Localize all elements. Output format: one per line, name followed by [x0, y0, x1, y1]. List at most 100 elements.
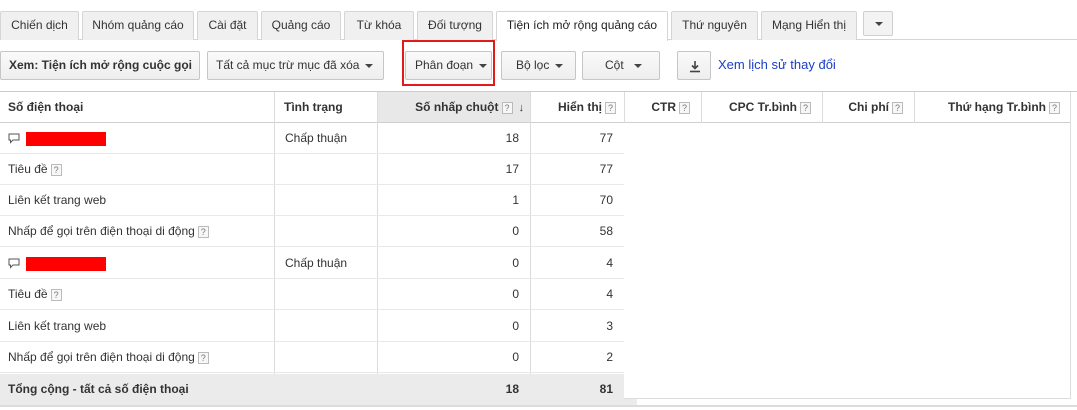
phone-cell: Liên kết trang web	[8, 311, 106, 342]
column-header-clicks-label: Số nhấp chuột	[415, 100, 499, 114]
columns-label: Cột	[605, 58, 624, 72]
clicks-cell: 0	[512, 319, 519, 333]
sort-down-icon: ↓	[518, 102, 525, 114]
table-row: Nhấp để gọi trên điện thoại di động? 0 2	[0, 342, 624, 373]
phone-cell: Tiêu đề?	[8, 154, 62, 185]
tab-bar: Chiến dịch Nhóm quảng cáo Cài đặt Quảng …	[0, 0, 1077, 41]
row-label: Liên kết trang web	[8, 319, 107, 333]
clicks-cell: 1	[512, 193, 519, 207]
column-header-impressions[interactable]: Hiển thị?	[530, 92, 624, 123]
row-label: Nhấp để gọi trên điện thoại di động	[8, 224, 195, 238]
column-header-avg-position-label: Thứ hạng Tr.bình	[947, 100, 1046, 114]
tab-display-network[interactable]: Mạng Hiển thị	[761, 11, 857, 40]
help-icon[interactable]: ?	[1049, 101, 1060, 114]
chevron-down-icon	[365, 63, 374, 68]
column-header-avg-cpc[interactable]: CPC Tr.bình?	[701, 92, 822, 123]
column-header-ctr[interactable]: CTR?	[624, 92, 701, 123]
column-header-cost[interactable]: Chi phí?	[822, 92, 914, 123]
column-header-status[interactable]: Tình trạng	[274, 92, 377, 123]
tab-keywords[interactable]: Từ khóa	[344, 11, 414, 40]
filter-dropdown[interactable]: Bộ lọc	[501, 51, 576, 80]
impressions-cell: 70	[599, 193, 613, 207]
columns-dropdown[interactable]: Cột	[582, 51, 660, 80]
column-header-avg-position[interactable]: Thứ hạng Tr.bình?	[914, 92, 1070, 123]
help-icon[interactable]: ?	[50, 163, 62, 176]
tab-ads[interactable]: Quảng cáo	[261, 11, 341, 40]
row-label: Liên kết trang web	[8, 193, 107, 207]
redacted-phone-number	[26, 131, 106, 146]
column-divider	[1070, 92, 1071, 399]
column-divider	[914, 92, 915, 123]
clicks-cell: 0	[512, 256, 519, 270]
total-label: Tổng cộng - tất cả số điện thoại	[8, 382, 189, 396]
phone-cell: Nhấp để gọi trên điện thoại di động?	[8, 216, 209, 247]
status-filter-label: Tất cả mục trừ mục đã xóa	[216, 58, 360, 72]
row-label: Nhấp để gọi trên điện thoại di động	[8, 350, 195, 364]
table-row: Nhấp để gọi trên điện thoại di động? 0 5…	[0, 216, 624, 247]
clicks-cell: 18	[505, 131, 519, 145]
phone-cell: Nhấp để gọi trên điện thoại di động?	[8, 342, 209, 373]
tab-dimensions[interactable]: Thứ nguyên	[671, 11, 758, 40]
status-cell: Chấp thuận	[285, 256, 348, 270]
column-header-impressions-label: Hiển thị	[558, 100, 602, 114]
total-clicks: 18	[505, 382, 519, 396]
column-header-phone-label: Số điện thoại	[8, 100, 84, 114]
comment-icon	[8, 133, 20, 145]
help-icon[interactable]: ?	[197, 225, 209, 238]
download-icon	[690, 61, 700, 73]
impressions-cell: 4	[606, 287, 613, 301]
column-header-avg-cpc-label: CPC Tr.bình	[728, 100, 797, 114]
chevron-down-icon	[875, 22, 883, 26]
clicks-cell: 0	[512, 224, 519, 238]
row-label: Tiêu đề	[8, 162, 48, 176]
clicks-cell: 17	[505, 162, 519, 176]
impressions-cell: 77	[599, 131, 613, 145]
view-dropdown-label: Xem: Tiện ích mở rộng cuộc gọi	[9, 58, 192, 72]
help-icon[interactable]: ?	[605, 101, 616, 114]
total-row: Tổng cộng - tất cả số điện thoại 18 81	[0, 374, 637, 405]
table-row: Chấp thuận 18 77	[0, 123, 624, 154]
column-divider	[822, 92, 823, 123]
segment-highlight-box	[402, 40, 495, 86]
redacted-phone-number	[26, 256, 106, 271]
help-icon[interactable]: ?	[892, 101, 903, 114]
help-icon[interactable]: ?	[800, 101, 811, 114]
impressions-cell: 3	[606, 319, 613, 333]
tab-ad-groups[interactable]: Nhóm quảng cáo	[82, 11, 194, 40]
impressions-cell: 77	[599, 162, 613, 176]
clicks-cell: 0	[512, 350, 519, 364]
column-header-status-label: Tình trạng	[284, 100, 343, 114]
tab-settings[interactable]: Cài đặt	[197, 11, 258, 40]
total-impressions: 81	[599, 382, 613, 396]
impressions-cell: 4	[606, 256, 613, 270]
row-label: Tiêu đề	[8, 287, 48, 301]
tab-campaigns[interactable]: Chiến dịch	[0, 11, 79, 40]
table-row: Chấp thuận 0 4	[0, 248, 624, 279]
phone-cell	[8, 248, 106, 279]
help-icon[interactable]: ?	[50, 288, 62, 301]
table-row: Liên kết trang web 1 70	[0, 185, 624, 216]
chevron-down-icon	[633, 63, 642, 68]
column-header-clicks[interactable]: Số nhấp chuột? ↓	[377, 92, 530, 123]
help-icon[interactable]: ?	[197, 351, 209, 364]
column-header-ctr-label: CTR	[651, 100, 676, 114]
help-icon[interactable]: ?	[679, 101, 690, 114]
download-button[interactable]	[677, 51, 711, 80]
table-row: Tiêu đề? 17 77	[0, 154, 624, 185]
status-filter-dropdown[interactable]: Tất cả mục trừ mục đã xóa	[207, 51, 384, 80]
view-dropdown[interactable]: Xem: Tiện ích mở rộng cuộc gọi	[0, 51, 200, 95]
phone-cell: Tiêu đề?	[8, 279, 62, 310]
phone-cell: Liên kết trang web	[8, 185, 106, 216]
column-divider	[701, 92, 702, 123]
help-icon[interactable]: ?	[501, 101, 513, 114]
column-header-cost-label: Chi phí	[848, 100, 889, 114]
tab-ad-extensions[interactable]: Tiện ích mở rộng quảng cáo	[496, 11, 668, 41]
table-bottom-border	[0, 405, 1077, 407]
chevron-down-icon	[555, 63, 564, 68]
more-tabs-button[interactable]	[863, 11, 893, 36]
change-history-link[interactable]: Xem lịch sử thay đổi	[718, 57, 836, 72]
tab-audiences[interactable]: Đối tượng	[417, 11, 493, 40]
filter-label: Bộ lọc	[516, 58, 550, 72]
impressions-cell: 2	[606, 350, 613, 364]
column-header-phone[interactable]: Số điện thoại	[0, 92, 274, 123]
